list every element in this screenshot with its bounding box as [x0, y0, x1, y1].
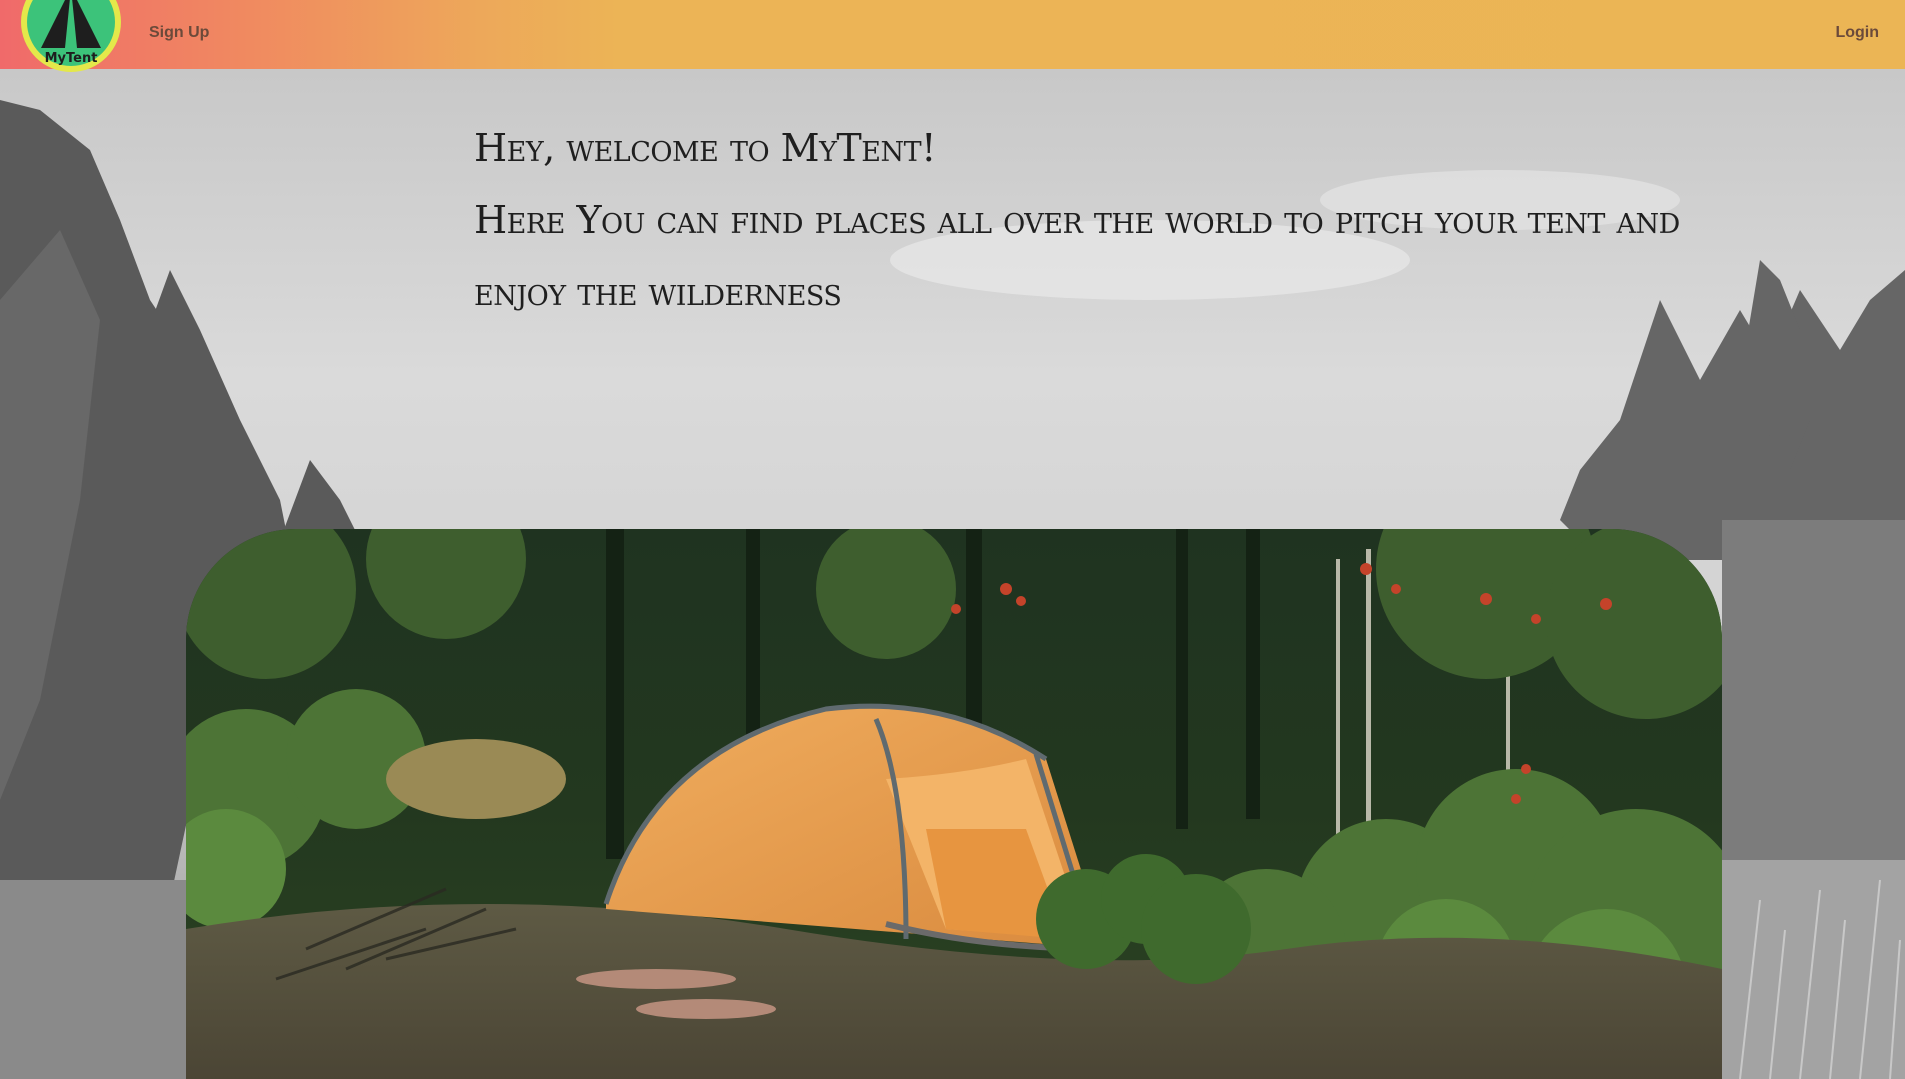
signup-link[interactable]: Sign Up: [149, 24, 209, 42]
svg-text:MyTent: MyTent: [45, 51, 98, 66]
welcome-text: Hey, welcome to MyTent! Here You can fin…: [474, 112, 1680, 328]
welcome-heading: Hey, welcome to MyTent!: [474, 126, 936, 170]
welcome-description-line-2: enjoy the wilderness: [474, 270, 842, 314]
tent-logo-icon[interactable]: MyTent: [21, 0, 121, 72]
login-link[interactable]: Login: [1835, 24, 1879, 42]
welcome-description-line-1: Here You can find places all over the wo…: [474, 198, 1680, 242]
hero-tent-image: [186, 529, 1722, 1079]
navbar: MyTent Sign Up Login: [0, 0, 1905, 72]
page: MyTent Sign Up Login Hey, welcome to MyT…: [0, 0, 1905, 1079]
